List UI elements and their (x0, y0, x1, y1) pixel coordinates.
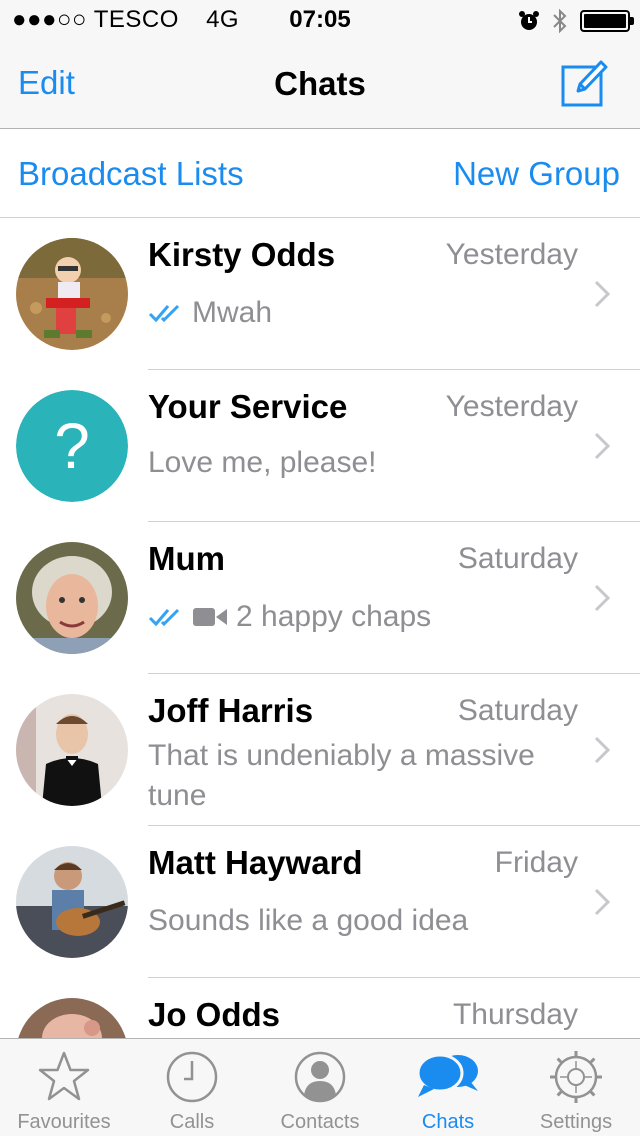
chevron-right-icon (594, 584, 610, 612)
tab-calls[interactable]: Calls (128, 1039, 256, 1136)
new-group-button[interactable]: New Group (453, 155, 620, 193)
chevron-right-icon (594, 280, 610, 308)
alarm-icon (519, 11, 539, 30)
chat-list: Kirsty Odds Yesterday Mwah ? Your Servic… (0, 218, 640, 1038)
chat-row-kirsty-odds[interactable]: Kirsty Odds Yesterday Mwah (0, 218, 640, 370)
compose-icon[interactable] (560, 58, 610, 108)
video-camera-icon (193, 608, 227, 626)
chevron-right-icon (594, 432, 610, 460)
message-preview: Sounds like a good idea (148, 904, 469, 937)
message-time: Saturday (457, 694, 578, 727)
avatar (16, 846, 128, 958)
contact-name: Your Service (148, 388, 348, 425)
tab-label: Favourites (17, 1111, 111, 1133)
message-preview: 2 happy chaps (236, 600, 432, 633)
avatar (16, 998, 128, 1038)
read-ticks-icon (148, 304, 180, 323)
svg-text:?: ? (54, 410, 90, 482)
person-icon (294, 1051, 346, 1103)
avatar (16, 694, 128, 806)
clock-icon (166, 1051, 218, 1103)
star-icon (38, 1051, 90, 1101)
contact-name: Jo Odds (148, 996, 281, 1033)
tab-chats[interactable]: Chats (384, 1039, 512, 1136)
battery-icon (580, 10, 634, 32)
list-actions-bar: Broadcast Lists New Group (0, 129, 640, 218)
contact-name: Joff Harris (148, 692, 314, 729)
tab-label: Calls (169, 1111, 215, 1133)
tab-contacts[interactable]: Contacts (256, 1039, 384, 1136)
chat-row-matt-hayward[interactable]: Matt Hayward Friday Sounds like a good i… (0, 826, 640, 978)
page-title: Chats (274, 65, 366, 102)
contact-name: Mum (148, 540, 225, 577)
chevron-right-icon (594, 736, 610, 764)
chat-row-joff-harris[interactable]: Joff Harris Saturday That is undeniably … (0, 674, 640, 826)
tab-bar: Favourites Calls Contacts Chats Settings (0, 1038, 640, 1136)
contact-name: Matt Hayward (148, 844, 363, 881)
tab-favourites[interactable]: Favourites (0, 1039, 128, 1136)
tab-label: Contacts (280, 1111, 360, 1133)
unknown-contact-avatar: ? (16, 390, 128, 502)
status-bar: ●●●○○ TESCO 4G 07:05 (0, 0, 640, 40)
message-preview: That is undeniably a massive tune (148, 739, 535, 812)
broadcast-lists-button[interactable]: Broadcast Lists (18, 155, 244, 193)
tab-label: Chats (421, 1111, 475, 1133)
avatar (16, 238, 128, 350)
message-time: Yesterday (445, 238, 578, 271)
tab-settings[interactable]: Settings (512, 1039, 640, 1136)
chat-row-mum[interactable]: Mum Saturday 2 happy chaps (0, 522, 640, 674)
read-ticks-icon (148, 608, 180, 627)
message-preview: Love me, please! (148, 446, 377, 479)
message-time: Thursday (452, 998, 578, 1031)
message-time: Saturday (457, 542, 578, 575)
message-time: Friday (494, 846, 578, 879)
tab-label: Settings (539, 1111, 613, 1133)
nav-bar: Edit Chats (0, 40, 640, 129)
message-preview: Mwah (192, 296, 273, 329)
contact-name: Kirsty Odds (148, 236, 336, 273)
gear-icon (550, 1051, 602, 1103)
chat-row-jo-odds[interactable]: Jo Odds Thursday (0, 978, 640, 1038)
bluetooth-icon (553, 8, 567, 34)
avatar (16, 542, 128, 654)
chevron-right-icon (594, 888, 610, 916)
chat-bubbles-icon (416, 1053, 478, 1097)
chat-row-your-service[interactable]: ? Your Service Yesterday Love me, please… (0, 370, 640, 522)
message-time: Yesterday (445, 390, 578, 423)
